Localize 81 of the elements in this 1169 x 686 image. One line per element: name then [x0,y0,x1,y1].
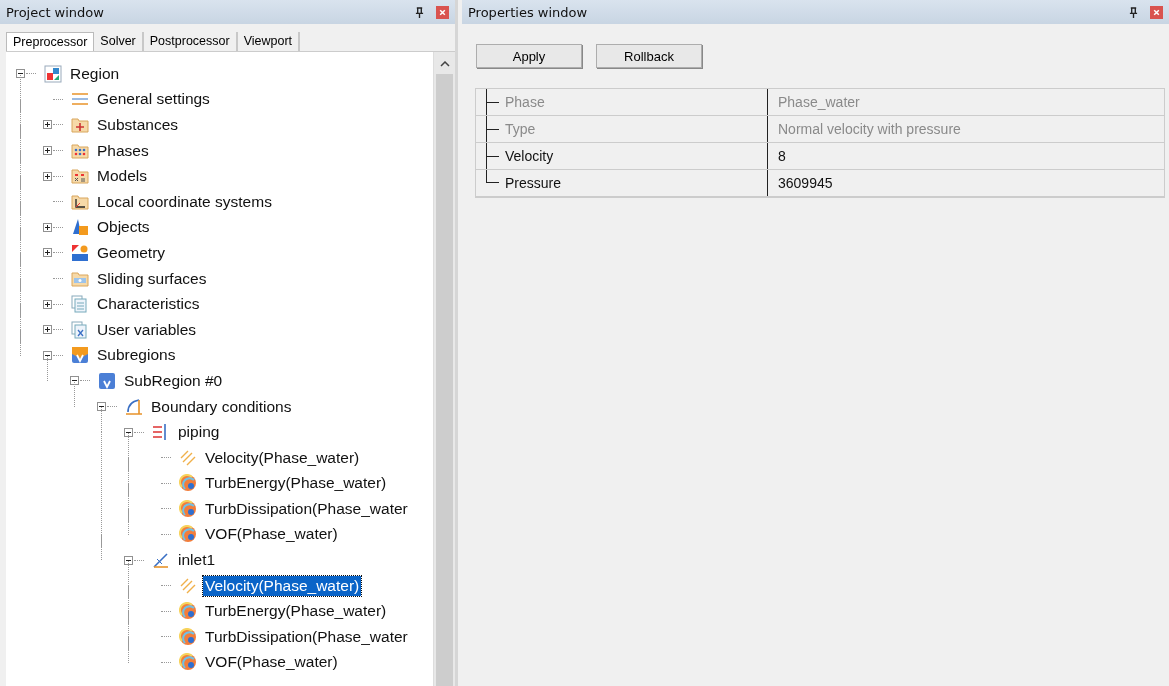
property-value: Phase_water [777,93,861,112]
scroll-thumb[interactable] [436,74,453,686]
tree-item[interactable]: SubRegion #0 [122,370,225,391]
v-icon [98,371,116,390]
property-name: Velocity [505,148,554,164]
close-icon[interactable] [1150,5,1163,19]
sphere-icon [179,474,197,493]
expand-icon[interactable] [43,325,52,335]
tree-item[interactable]: General settings [95,89,212,110]
v-icon [71,346,89,365]
tree-item[interactable]: TurbDissipation(Phase_water [203,498,410,519]
folder-icon [71,116,89,134]
scrollbar[interactable] [433,52,455,686]
tree-item[interactable]: Phases [95,140,151,161]
documents-icon [71,295,89,314]
tree-item[interactable]: Objects [95,217,152,238]
sphere-icon [179,602,197,621]
close-icon[interactable] [436,5,449,19]
tree-item[interactable]: Velocity(Phase_water) [203,575,362,596]
documents-icon [71,320,89,339]
expand-icon[interactable] [43,146,52,156]
panel-icon [71,269,89,288]
expand-icon[interactable] [43,299,52,309]
tree-line [486,89,501,115]
axes-icon [71,192,89,211]
arrows-icon [179,576,197,595]
tree-line [486,116,501,142]
tree-item[interactable]: Subregions [95,345,178,366]
grid-icon [71,141,89,160]
expand-icon[interactable] [43,222,52,232]
arrows-icon [179,448,197,467]
tree-item[interactable]: TurbEnergy(Phase_water) [203,601,389,622]
sphere-icon [179,653,197,672]
collapse-icon[interactable] [97,402,106,411]
tree-item[interactable]: User variables [95,319,199,340]
tree-item[interactable]: TurbDissipation(Phase_water [203,626,410,647]
window-title: Properties window [468,4,588,20]
property-value: Normal velocity with pressure [777,120,962,139]
tree-item[interactable]: Characteristics [95,294,202,315]
collapse-icon[interactable] [124,427,133,437]
table-icon [71,167,89,186]
property-value[interactable]: 3609945 [768,170,1164,196]
sphere-icon [179,499,197,518]
boundary-icon [125,397,143,416]
tree-item[interactable]: Region [68,63,122,84]
shapes-icon [71,243,89,262]
collapse-icon[interactable] [16,69,25,79]
angle-icon [152,551,170,570]
scroll-up-icon[interactable] [439,61,450,67]
tree-item[interactable]: Sliding surfaces [95,268,209,289]
collapse-icon[interactable] [70,376,79,386]
pin-icon[interactable] [1129,6,1138,18]
property-name: Type [505,121,536,137]
region-icon [44,64,62,83]
sphere-icon [179,627,197,646]
property-value[interactable]: 8 [768,143,1164,169]
tree-item[interactable]: piping [176,422,222,443]
shapes-icon [71,218,89,237]
collapse-icon[interactable] [124,555,133,565]
tree-item[interactable]: Substances [95,115,180,135]
tab[interactable]: Preprocessor [6,32,95,51]
tree-item[interactable]: Boundary conditions [149,396,294,417]
window-title: Project window [6,4,104,20]
tree-item[interactable]: Local coordinate systems [95,191,274,212]
collapse-icon[interactable] [43,350,52,360]
tree-item[interactable]: Velocity(Phase_water) [203,447,362,468]
tree-item[interactable]: VOF(Phase_water) [203,652,340,673]
tree-item[interactable]: inlet1 [176,550,218,571]
tree-item[interactable]: Models [95,166,149,187]
property-name: Phase [505,94,545,110]
property-name: Pressure [505,175,562,191]
expand-icon[interactable] [43,120,52,130]
tree-item[interactable]: VOF(Phase_water) [203,524,340,545]
toolbar-button[interactable]: Rollback [596,44,702,68]
pin-icon[interactable] [415,6,424,18]
toolbar-button[interactable]: Apply [476,44,582,68]
expand-icon[interactable] [43,171,52,181]
expand-icon[interactable] [43,248,52,258]
tree-item[interactable]: Geometry [95,242,168,263]
sphere-icon [179,525,197,544]
tree-item[interactable]: TurbEnergy(Phase_water) [203,473,389,494]
